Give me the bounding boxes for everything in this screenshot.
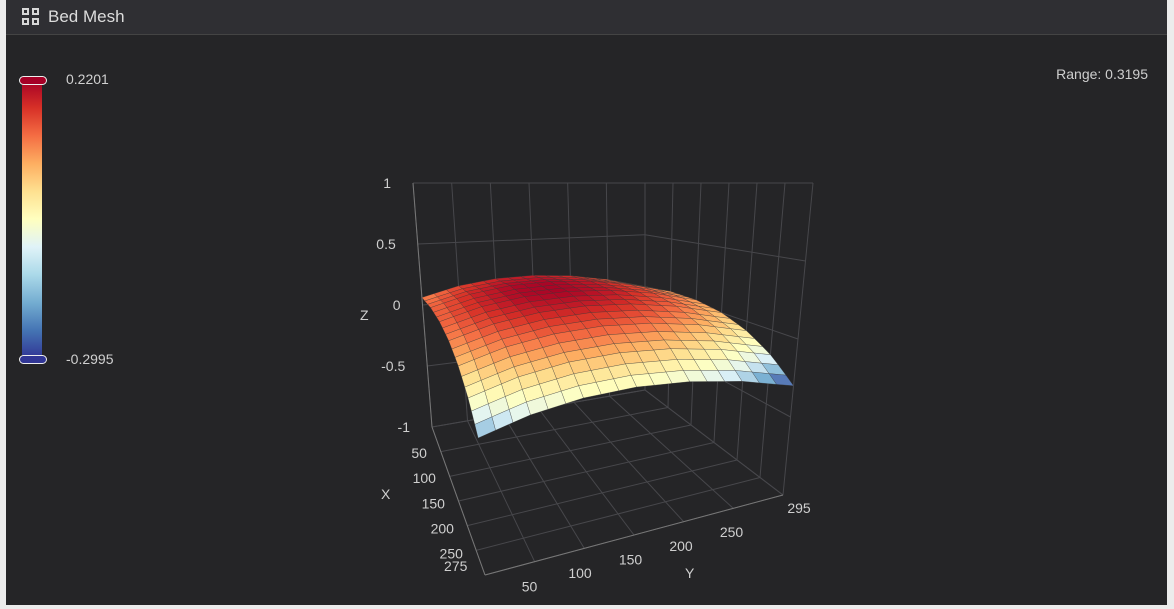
- z-tick-label: 1: [383, 175, 391, 191]
- x-tick-label: 200: [431, 520, 455, 536]
- mesh-surface[interactable]: [421, 275, 795, 439]
- grid-line: [644, 389, 784, 496]
- y-tick-label: 100: [568, 565, 592, 581]
- x-axis-label: X: [381, 486, 391, 502]
- grid-line: [538, 408, 635, 536]
- y-axis-label: Y: [685, 565, 695, 581]
- x-tick-label: 100: [413, 470, 437, 486]
- y-tick-label: 50: [522, 578, 538, 594]
- grid-line: [573, 401, 685, 523]
- z-tick-label: 0: [393, 297, 401, 313]
- grid-line: [644, 234, 806, 262]
- z-tick-label: -0.5: [381, 358, 405, 374]
- x-tick-label: 150: [422, 495, 446, 511]
- y-tick-label: 150: [619, 551, 643, 567]
- y-tick-label: 200: [669, 538, 693, 554]
- x-tick-label: 275: [444, 558, 468, 574]
- z-tick-label: -1: [398, 419, 411, 435]
- y-tick-label: 295: [787, 500, 811, 516]
- y-tick-label: 250: [720, 524, 744, 540]
- x-tick-label: 50: [411, 445, 427, 461]
- grid-line: [609, 395, 734, 509]
- z-tick-label: 0.5: [376, 236, 396, 252]
- surface-plot[interactable]: X Y Z 10.50-0.5-150100150200250275501001…: [0, 0, 1174, 609]
- grid-line: [467, 459, 738, 527]
- z-axis-label: Z: [360, 307, 369, 323]
